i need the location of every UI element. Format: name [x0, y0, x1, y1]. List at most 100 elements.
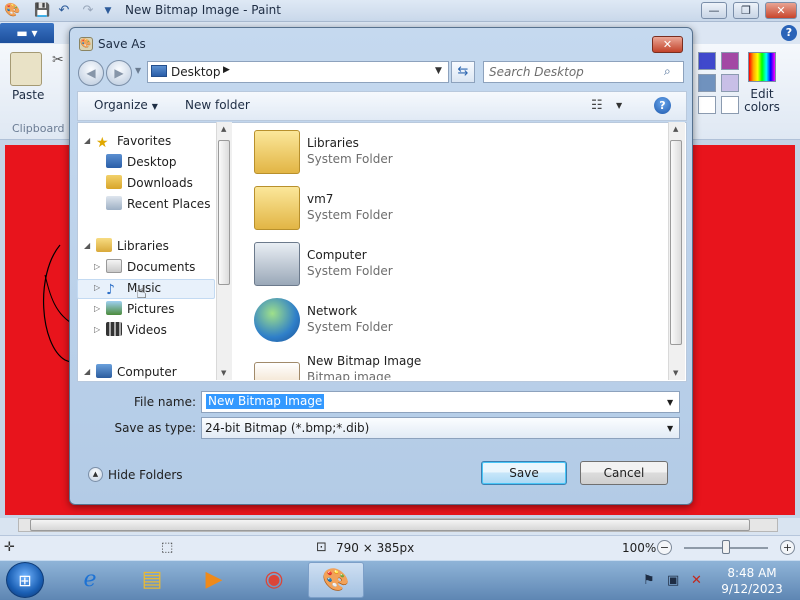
maximize-button[interactable]: ❐: [733, 2, 759, 19]
tree-item-label: Pictures: [127, 302, 175, 316]
color-swatch[interactable]: [698, 74, 716, 92]
tree-item-documents[interactable]: ▷ Documents: [94, 257, 195, 277]
canvas-scrollbar-thumb[interactable]: [30, 519, 750, 531]
scroll-down-icon[interactable]: ▼: [221, 369, 226, 377]
color-swatch[interactable]: [721, 74, 739, 92]
file-type: System Folder: [307, 320, 393, 334]
selection-size-icon: ⬚: [161, 540, 174, 555]
color-swatch[interactable]: [721, 52, 739, 70]
tree-item-music[interactable]: ▷ ♪ Music: [94, 278, 161, 298]
save-as-type-dropdown-icon[interactable]: ▼: [667, 424, 673, 433]
tree-item-label: Downloads: [127, 176, 193, 190]
file-name: vm7: [307, 192, 334, 206]
tree-item-libraries[interactable]: ◢ Libraries: [84, 236, 169, 256]
collapse-arrow-icon[interactable]: ◢: [84, 236, 90, 256]
scroll-down-icon[interactable]: ▼: [673, 369, 678, 377]
help-icon[interactable]: ?: [781, 25, 797, 41]
file-item-network[interactable]: Network System Folder: [252, 294, 652, 346]
file-item-computer[interactable]: Computer System Folder: [252, 238, 652, 290]
refresh-button[interactable]: ⇆: [451, 61, 475, 83]
internet-explorer-icon[interactable]: ℯ: [62, 562, 118, 598]
save-as-type-value[interactable]: 24-bit Bitmap (*.bmp;*.dib): [205, 421, 369, 435]
color-swatch[interactable]: [698, 52, 716, 70]
paint-titlebar: [0, 0, 800, 22]
edit-colors-label[interactable]: Edit colors: [744, 88, 780, 114]
media-player-icon[interactable]: ▶: [186, 562, 242, 598]
action-center-flag-icon[interactable]: ⚑: [643, 573, 655, 588]
tree-item-label: Videos: [127, 323, 167, 337]
minimize-button[interactable]: —: [701, 2, 727, 19]
change-view-icon[interactable]: ☷: [591, 98, 603, 113]
recent-pages-icon[interactable]: ▼: [135, 66, 141, 75]
tree-item-computer[interactable]: ◢ Computer: [84, 362, 177, 382]
file-item-vm7[interactable]: vm7 System Folder: [252, 182, 652, 234]
cut-icon[interactable]: ✂: [52, 52, 64, 68]
search-icon[interactable]: ⌕: [664, 64, 671, 79]
start-button[interactable]: ⊞: [6, 562, 44, 598]
view-options-caret-icon[interactable]: ▼: [616, 101, 622, 110]
search-input[interactable]: [489, 64, 659, 80]
file-item-libraries[interactable]: Libraries System Folder: [252, 126, 652, 178]
save-button[interactable]: Save: [481, 461, 567, 485]
file-name: Network: [307, 304, 358, 318]
cancel-button[interactable]: Cancel: [580, 461, 668, 485]
forward-button[interactable]: ▶: [106, 60, 132, 86]
file-name-dropdown-icon[interactable]: ▼: [667, 398, 673, 407]
file-menu-button[interactable]: ▬ ▾: [0, 23, 54, 43]
videos-icon: [106, 322, 122, 336]
color-swatch[interactable]: [721, 96, 739, 114]
expand-arrow-icon[interactable]: ▷: [94, 320, 100, 340]
tree-item-label: Libraries: [117, 239, 169, 253]
back-button[interactable]: ◀: [78, 60, 104, 86]
address-dropdown-icon[interactable]: ▼: [435, 66, 442, 76]
customize-quick-access-icon[interactable]: ▼: [100, 3, 116, 19]
network-tray-icon[interactable]: ▣: [667, 573, 679, 588]
volume-muted-icon[interactable]: ✕: [691, 573, 702, 588]
expand-arrow-icon[interactable]: ▷: [94, 299, 100, 319]
paste-button-label[interactable]: Paste: [12, 88, 44, 102]
address-location[interactable]: Desktop: [171, 65, 221, 79]
dialog-help-icon[interactable]: ?: [654, 97, 671, 114]
scroll-up-icon[interactable]: ▲: [221, 125, 226, 133]
collapse-arrow-icon[interactable]: ◢: [84, 362, 90, 382]
color-swatch[interactable]: [698, 96, 716, 114]
tree-item-videos[interactable]: ▷ Videos: [94, 320, 167, 340]
zoom-slider-thumb[interactable]: [722, 540, 730, 554]
libraries-folder-icon: [254, 130, 300, 174]
expand-arrow-icon[interactable]: ▷: [94, 257, 100, 277]
file-list-scroll-thumb[interactable]: [670, 140, 682, 345]
scroll-up-icon[interactable]: ▲: [673, 125, 678, 133]
organize-button[interactable]: Organize ▼: [94, 98, 158, 112]
documents-icon: [106, 259, 122, 273]
expand-arrow-icon[interactable]: ▷: [94, 278, 100, 298]
hide-folders-icon[interactable]: ▲: [88, 467, 103, 482]
file-item-new-bitmap-image[interactable]: New Bitmap Image Bitmap image: [252, 350, 652, 380]
collapse-arrow-icon[interactable]: ◢: [84, 131, 90, 151]
close-button[interactable]: ✕: [765, 2, 797, 19]
clipboard-group-label: Clipboard: [12, 122, 65, 135]
edit-colors-icon[interactable]: [748, 52, 776, 82]
new-folder-button[interactable]: New folder: [185, 98, 250, 112]
tree-item-downloads[interactable]: Downloads: [106, 173, 193, 193]
hide-folders-button[interactable]: Hide Folders: [108, 468, 183, 482]
zoom-out-button[interactable]: −: [657, 540, 672, 555]
tree-item-desktop[interactable]: Desktop: [106, 152, 177, 172]
file-name-value[interactable]: New Bitmap Image: [206, 394, 325, 409]
tree-item-label: Desktop: [127, 155, 177, 169]
paint-app-icon[interactable]: 🎨: [4, 3, 20, 19]
zoom-in-button[interactable]: +: [780, 540, 795, 555]
redo-icon[interactable]: ↷: [80, 3, 96, 19]
taskbar-clock[interactable]: 8:48 AM 9/12/2023: [716, 565, 788, 597]
tree-item-recent-places[interactable]: Recent Places: [106, 194, 210, 214]
nav-pane-scroll-thumb[interactable]: [218, 140, 230, 285]
undo-icon[interactable]: ↶: [56, 3, 72, 19]
dialog-close-button[interactable]: ✕: [652, 36, 683, 53]
breadcrumb-arrow-icon[interactable]: ▶: [223, 65, 230, 75]
file-name-label: File name:: [134, 395, 196, 409]
paint-icon[interactable]: 🎨: [308, 562, 364, 598]
chrome-icon[interactable]: ◉: [246, 562, 302, 598]
save-icon[interactable]: 💾: [34, 3, 50, 19]
file-explorer-icon[interactable]: ▤: [124, 562, 180, 598]
paste-icon[interactable]: [10, 52, 42, 86]
tree-item-favorites[interactable]: ◢ ★ Favorites: [84, 131, 171, 151]
